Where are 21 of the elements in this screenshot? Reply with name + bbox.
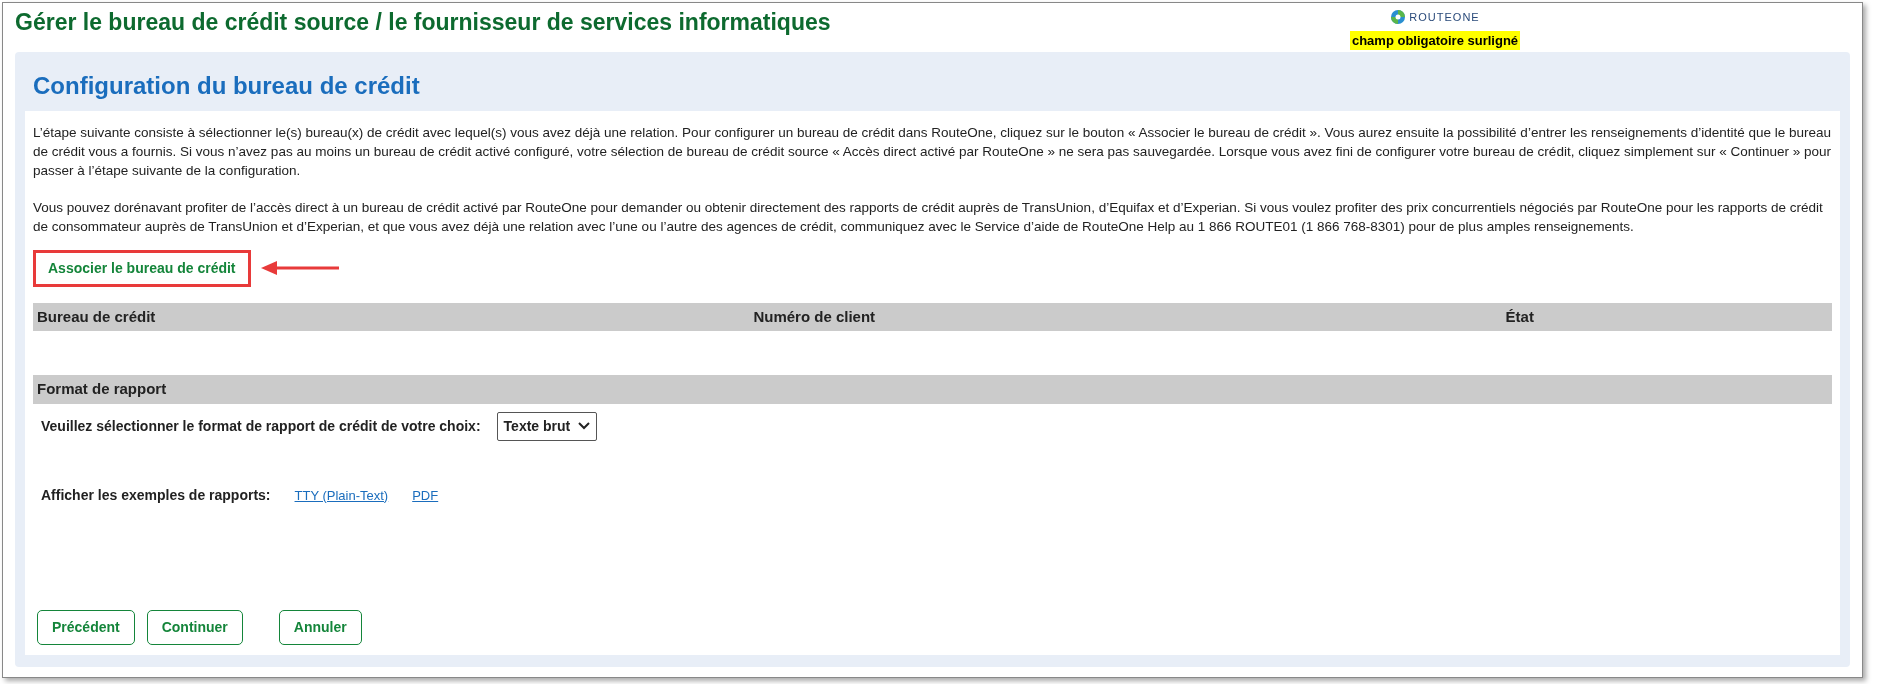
required-field-note: champ obligatoire surligné bbox=[1349, 30, 1521, 50]
column-header: Numéro de client bbox=[753, 306, 877, 327]
examples-label: Afficher les exemples de rapports: bbox=[41, 485, 271, 505]
sample-report-link[interactable]: TTY (Plain-Text) bbox=[294, 485, 389, 506]
sample-report-link[interactable]: PDF bbox=[412, 485, 439, 506]
column-header: État bbox=[1505, 306, 1535, 327]
format-prompt: Veuillez sélectionner le format de rapport de crédit de votre choix: bbox=[41, 416, 481, 436]
associate-bureau-button[interactable]: Associer le bureau de crédit bbox=[33, 249, 251, 287]
nav-button[interactable]: Continuer bbox=[146, 610, 243, 645]
page-title: Gérer le bureau de crédit source / le fournisseur de services informatiques bbox=[15, 9, 831, 37]
chevron-down-icon bbox=[578, 422, 591, 431]
instruction-paragraph: Vous pouvez dorénavant profiter de l’accès direct à un bureau de crédit activé par RouteOne pour demander ou obtenir directement des rapports de crédit auprès de TransUnion, d’Equifax et d’Experian. Si vous voulez profiter des prix concurrentiels négociés par RouteOne pour les rapports de crédit de consommateur auprès de TransUnion et d’Experian, et que vous avez déjà une relation avec l’une ou l’autre des agences de crédit, communiquez avec le Service d’aide de RouteOne Help au 1 866 ROUTE01 (1 866 768-8301) pour de plus amples renseignements. bbox=[33, 198, 1824, 236]
logo-text: ROUTEONE bbox=[1409, 10, 1480, 25]
section-header: Format de rapport bbox=[33, 375, 1832, 404]
format-dropdown[interactable]: Texte brut bbox=[496, 411, 598, 441]
instruction-paragraph: L’étape suivante consiste à sélectionner le(s) bureau(x) de crédit avec lequel(s) vous avez déjà une relation. Pour configurer un bureau de crédit dans RouteOne, cliquez sur le bouton « Associer le bureau de crédit ». Vous aurez ensuite la possibilité d’entrer les renseignements d’identité que le bureau de crédit vous a fournis. Si vous n’avez pas au moins un bureau de crédit activé configuré, votre sélection de bureau de crédit source « Accès direct activé par RouteOne » ne sera pas sauvegardée. Lorsque vous avez fini de configurer votre bureau de crédit, cliquez simplement sur « Continuer » pour passer à l’étape suivante de la configuration. bbox=[33, 123, 1832, 180]
section-title: Configuration du bureau de crédit bbox=[33, 72, 421, 101]
column-header: Bureau de crédit bbox=[37, 306, 157, 327]
cancel-button[interactable]: Annuler bbox=[278, 610, 362, 645]
logo-icon bbox=[1390, 9, 1407, 26]
nav-button[interactable]: Précédent bbox=[37, 610, 135, 645]
